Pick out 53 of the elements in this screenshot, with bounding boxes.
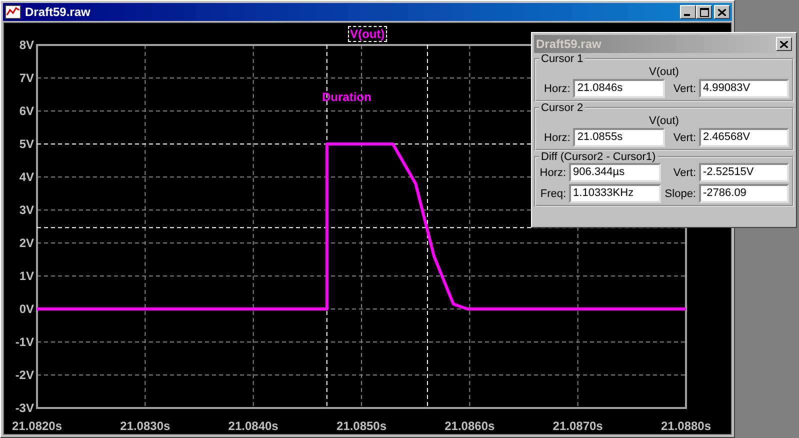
trace-label[interactable]: V(out) xyxy=(348,26,387,42)
x-tick-label: 21.0820s xyxy=(12,419,62,433)
value-field[interactable]: 1.10333KHz xyxy=(569,184,662,203)
y-tick-label: 3V xyxy=(19,203,34,217)
x-tick-label: 21.0860s xyxy=(444,419,495,433)
close-icon xyxy=(718,8,726,16)
field-label: Vert: xyxy=(672,132,696,144)
group-title: Cursor 1 xyxy=(540,53,584,65)
x-tick-label: 21.0880s xyxy=(660,419,712,433)
y-tick-label: 5V xyxy=(19,137,34,151)
field-label: Freq: xyxy=(539,188,566,200)
value-field[interactable]: 4.99083V xyxy=(699,79,789,98)
close-button[interactable] xyxy=(776,37,792,51)
x-tick-label: 21.0830s xyxy=(120,419,170,433)
x-tick-label: 21.0870s xyxy=(552,419,603,433)
y-tick-label: -3V xyxy=(15,401,34,415)
window-title: Draft59.raw xyxy=(25,5,92,19)
y-tick-label: 1V xyxy=(19,269,34,283)
group-title: Diff (Cursor2 - Cursor1) xyxy=(540,151,657,163)
field-label: Horz: xyxy=(543,82,570,94)
y-tick-label: 8V xyxy=(19,38,34,52)
field-label: Vert: xyxy=(672,82,696,94)
dialog-title: Draft59.raw xyxy=(536,37,602,51)
close-button[interactable] xyxy=(714,5,730,19)
trace-name: V(out) xyxy=(649,66,679,78)
annotation-text: Duration xyxy=(322,90,372,104)
value-field[interactable]: 2.46568V xyxy=(699,128,789,147)
field-label: Vert: xyxy=(672,166,696,178)
cursor-line[interactable] xyxy=(426,44,428,408)
field-label: Horz: xyxy=(539,166,566,178)
y-tick-label: 6V xyxy=(19,104,34,118)
y-tick-label: 0V xyxy=(19,302,34,316)
close-icon xyxy=(780,40,788,48)
field-label: Slope: xyxy=(664,188,696,200)
maximize-button[interactable] xyxy=(696,5,712,19)
y-tick-label: 4V xyxy=(19,170,34,184)
y-tick-label: -2V xyxy=(15,368,34,382)
field-label: Horz: xyxy=(543,132,570,144)
value-field[interactable]: 21.0846s xyxy=(573,79,666,98)
x-tick-label: 21.0840s xyxy=(228,419,278,433)
minimize-button[interactable] xyxy=(680,5,696,19)
value-field[interactable]: 21.0855s xyxy=(573,128,666,147)
x-tick-label: 21.0850s xyxy=(336,419,387,433)
group-title: Cursor 2 xyxy=(540,102,584,114)
y-tick-label: 7V xyxy=(19,71,34,85)
trace-name: V(out) xyxy=(649,115,679,127)
value-field[interactable]: 906.344µs xyxy=(569,163,662,182)
value-field[interactable]: -2.52515V xyxy=(699,163,789,182)
waveform-icon xyxy=(5,5,21,19)
value-field[interactable]: -2786.09 xyxy=(699,184,789,203)
maximize-icon xyxy=(700,8,708,16)
y-tick-label: 2V xyxy=(19,236,34,250)
y-tick-label: -1V xyxy=(15,335,34,349)
